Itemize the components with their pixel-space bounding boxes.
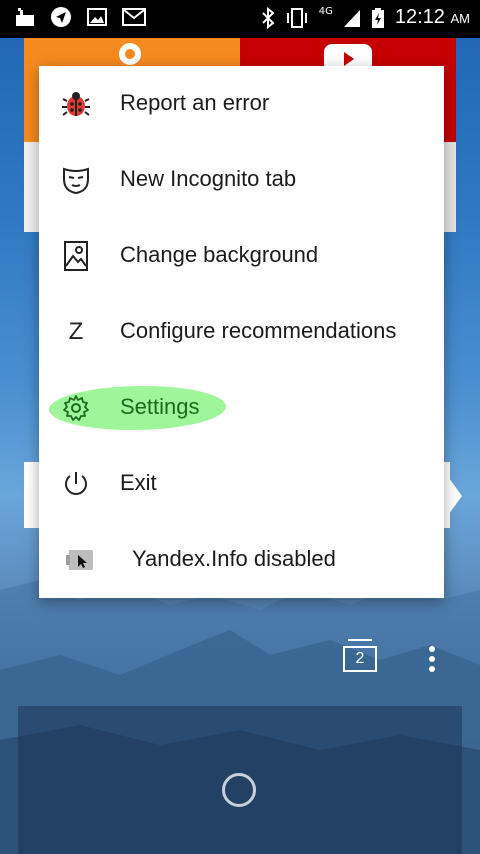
tabs-button[interactable]: 2 (343, 646, 377, 672)
menu-item-yandex-info[interactable]: Yandex.Info disabled (39, 522, 444, 598)
menu-item-label: New Incognito tab (120, 166, 297, 191)
power-icon (61, 468, 91, 500)
vibrate-icon (286, 7, 307, 28)
menu-item-label: Report an error (120, 90, 270, 115)
telegram-icon (51, 7, 71, 27)
image-icon (61, 240, 91, 272)
mail-icon (122, 8, 146, 26)
menu-item-exit[interactable]: Exit (39, 446, 444, 522)
search-card-arrow (446, 474, 462, 518)
more-dot (429, 666, 435, 672)
clock-ampm: AM (450, 11, 471, 26)
z-icon: Z (68, 318, 84, 345)
gear-icon (61, 392, 91, 424)
battery-charging-icon (371, 7, 384, 28)
more-dot (429, 646, 435, 652)
menu-item-new-incognito-tab[interactable]: New Incognito tab (39, 142, 444, 218)
clock-time: 12:12 (394, 6, 445, 28)
menu-item-label: Exit (120, 470, 157, 495)
image-icon (87, 8, 107, 26)
network-type: 4G (318, 6, 333, 17)
bluetooth-icon (262, 6, 275, 29)
menu-item-label: Settings (120, 394, 200, 419)
youtube-logo-icon (324, 44, 372, 68)
signal-icon (343, 9, 360, 27)
menu-item-change-background[interactable]: Change background (39, 218, 444, 294)
loading-spinner-icon (222, 773, 256, 807)
yandex-info-icon (65, 544, 95, 576)
menu-item-settings[interactable]: Settings (39, 370, 444, 446)
zen-logo-icon (119, 43, 141, 65)
clock: 12:12 AM (395, 6, 470, 29)
incognito-mask-icon (61, 164, 91, 196)
menu-item-report-error[interactable]: Report an error (39, 66, 444, 142)
menu-item-label: Configure recommendations (120, 318, 397, 343)
more-dot (429, 656, 435, 662)
menu-item-configure-recommendations[interactable]: Z Configure recommendations (39, 294, 444, 370)
menu-item-label: Yandex.Info disabled (132, 546, 336, 571)
overflow-menu: Report an error New Incognito tab Change… (39, 66, 444, 598)
tabs-stack-edge (348, 639, 372, 641)
menu-item-label: Change background (120, 242, 319, 267)
notification-icon (16, 8, 34, 26)
bug-icon (61, 88, 91, 120)
status-bar: 4G 12:12 AM (0, 0, 480, 38)
more-menu-button[interactable] (422, 646, 442, 672)
